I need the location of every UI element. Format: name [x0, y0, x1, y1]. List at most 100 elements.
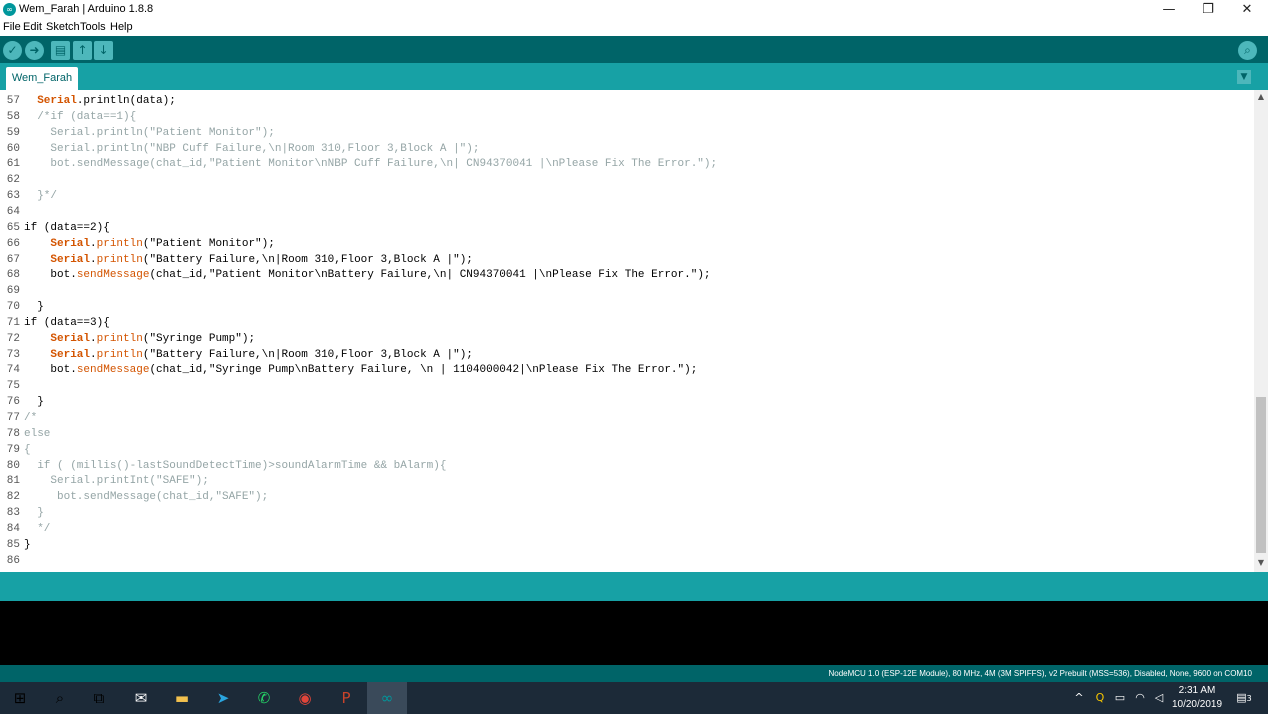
chrome-icon[interactable]: ◉	[285, 682, 325, 714]
tray-chevron-icon[interactable]: ^	[1070, 682, 1088, 714]
wifi-icon[interactable]: ◠	[1131, 682, 1149, 714]
line-number: 84	[6, 522, 20, 535]
line-number: 77	[6, 412, 20, 424]
line-number: 76	[6, 396, 20, 409]
save-sketch-icon[interactable]: ↓	[94, 41, 113, 60]
tab-menu-icon[interactable]: ▼	[1237, 70, 1251, 84]
clock-time: 2:31 AM	[1178, 685, 1216, 696]
code-token: /*	[24, 412, 38, 424]
line-number: 64	[6, 205, 20, 218]
code-text: bot.sendMessage(chat_id,"Patient Monitor…	[24, 267, 711, 283]
menu-bar: File Edit Sketch Tools Help	[0, 20, 1268, 36]
line-number: 78	[6, 427, 20, 440]
code-token: }	[24, 396, 44, 409]
tab-wem-farah[interactable]: Wem_Farah	[6, 67, 78, 90]
window-title: Wem_Farah | Arduino 1.8.8	[19, 3, 154, 15]
line-number: 82	[6, 491, 20, 504]
code-text: Serial.println("Patient Monitor");	[24, 125, 274, 141]
tab-bar	[0, 63, 1268, 90]
new-sketch-icon[interactable]: ▤	[51, 41, 70, 60]
code-token: {	[24, 443, 31, 456]
telegram-icon[interactable]: ➤	[203, 682, 243, 714]
code-token: println	[96, 348, 143, 361]
taskbar-clock[interactable]: 2:31 AM 10/20/2019	[1166, 684, 1228, 712]
battery-icon[interactable]: ▭	[1111, 682, 1129, 714]
scrollbar-thumb[interactable]	[1256, 397, 1266, 553]
maximize-button[interactable]: ❐	[1189, 0, 1227, 20]
menu-edit[interactable]: Edit	[23, 21, 42, 33]
menu-tools[interactable]: Tools	[80, 21, 106, 33]
code-token: println	[96, 332, 143, 345]
search-icon[interactable]: ⌕	[40, 682, 80, 714]
code-text: if ( (millis()-lastSoundDetectTime)>soun…	[24, 458, 446, 474]
code-text: Serial.printInt("SAFE");	[24, 473, 208, 489]
line-number: 86	[6, 554, 20, 567]
code-token: }*/	[24, 190, 58, 203]
code-text: Serial.println("Patient Monitor");	[24, 236, 275, 252]
serial-monitor-icon[interactable]: ⌕	[1238, 41, 1257, 60]
line-number: 72	[6, 332, 20, 345]
toolbar	[0, 36, 1268, 63]
code-token: Serial	[50, 253, 91, 266]
open-sketch-icon[interactable]: ↑	[73, 41, 92, 60]
code-token: /*if (data==1){	[24, 110, 137, 123]
code-token: sendMessage	[76, 364, 150, 377]
code-token: println	[96, 237, 143, 250]
code-text: */	[24, 521, 50, 537]
code-token: ("Patient Monitor");	[142, 237, 275, 250]
upload-icon[interactable]: ➜	[25, 41, 44, 60]
code-token: bot.	[24, 269, 77, 282]
code-text: }	[24, 394, 44, 410]
code-text: bot.sendMessage(chat_id,"SAFE");	[24, 489, 268, 505]
code-token: bot.sendMessage(chat_id,"Patient Monitor…	[24, 158, 718, 171]
notification-count: 3	[1246, 694, 1252, 703]
tray-app-icon[interactable]: Q	[1092, 682, 1108, 714]
whatsapp-icon[interactable]: ✆	[244, 682, 284, 714]
code-editor[interactable]: 57 Serial.println(data); 58 /*if (data==1…	[0, 90, 1254, 572]
menu-help[interactable]: Help	[110, 21, 133, 33]
code-token: (chat_id,"Patient Monitor\nBattery Failu…	[149, 269, 711, 282]
scroll-down-icon[interactable]: ▼	[1254, 558, 1268, 570]
line-number: 74	[6, 364, 20, 377]
code-token: bot.sendMessage(chat_id,"SAFE");	[24, 491, 269, 504]
code-token: ("Battery Failure,\n|Room 310,Floor 3,Bl…	[142, 253, 473, 266]
line-number: 70	[6, 301, 20, 314]
line-number: 60	[6, 142, 20, 155]
menu-sketch[interactable]: Sketch	[46, 21, 80, 33]
code-text: {	[24, 442, 31, 458]
code-text: bot.sendMessage(chat_id,"Syringe Pump\nB…	[24, 362, 697, 378]
code-token: .	[90, 348, 97, 361]
code-text: Serial.println("NBP Cuff Failure,\n|Room…	[24, 141, 479, 157]
verify-icon[interactable]: ✓	[3, 41, 22, 60]
menu-file[interactable]: File	[3, 21, 21, 33]
line-number: 75	[6, 380, 20, 393]
line-number: 63	[6, 190, 20, 203]
start-icon[interactable]: ⊞	[0, 682, 40, 714]
scroll-up-icon[interactable]: ▲	[1254, 92, 1268, 104]
code-text: /*if (data==1){	[24, 109, 136, 125]
minimize-button[interactable]: —	[1150, 0, 1188, 20]
console-output[interactable]	[0, 601, 1268, 665]
mail-app-icon[interactable]: ✉	[121, 682, 161, 714]
code-text: }	[24, 299, 44, 315]
task-view-icon[interactable]: ⧉	[79, 682, 119, 714]
line-number: 68	[6, 269, 20, 282]
close-button[interactable]: ✕	[1228, 0, 1266, 20]
line-number: 66	[6, 237, 20, 250]
arduino-icon[interactable]: ∞	[367, 682, 407, 714]
code-token: if ( (millis()-lastSoundDetectTime)>soun…	[24, 459, 447, 472]
line-number: 67	[6, 253, 20, 266]
code-text: if (data==2){	[24, 220, 110, 236]
code-text: if (data==3){	[24, 315, 110, 331]
code-text: /*	[24, 410, 37, 426]
code-token: println	[96, 253, 143, 266]
line-number: 81	[6, 475, 20, 488]
notifications-icon[interactable]: ▤3	[1232, 682, 1256, 714]
powerpoint-icon[interactable]: P	[326, 682, 366, 714]
file-explorer-icon[interactable]: ▬	[162, 682, 202, 714]
code-token: ("Battery Failure,\n|Room 310,Floor 3,Bl…	[142, 348, 473, 361]
line-number: 58	[6, 110, 20, 123]
code-token: }	[24, 538, 31, 551]
